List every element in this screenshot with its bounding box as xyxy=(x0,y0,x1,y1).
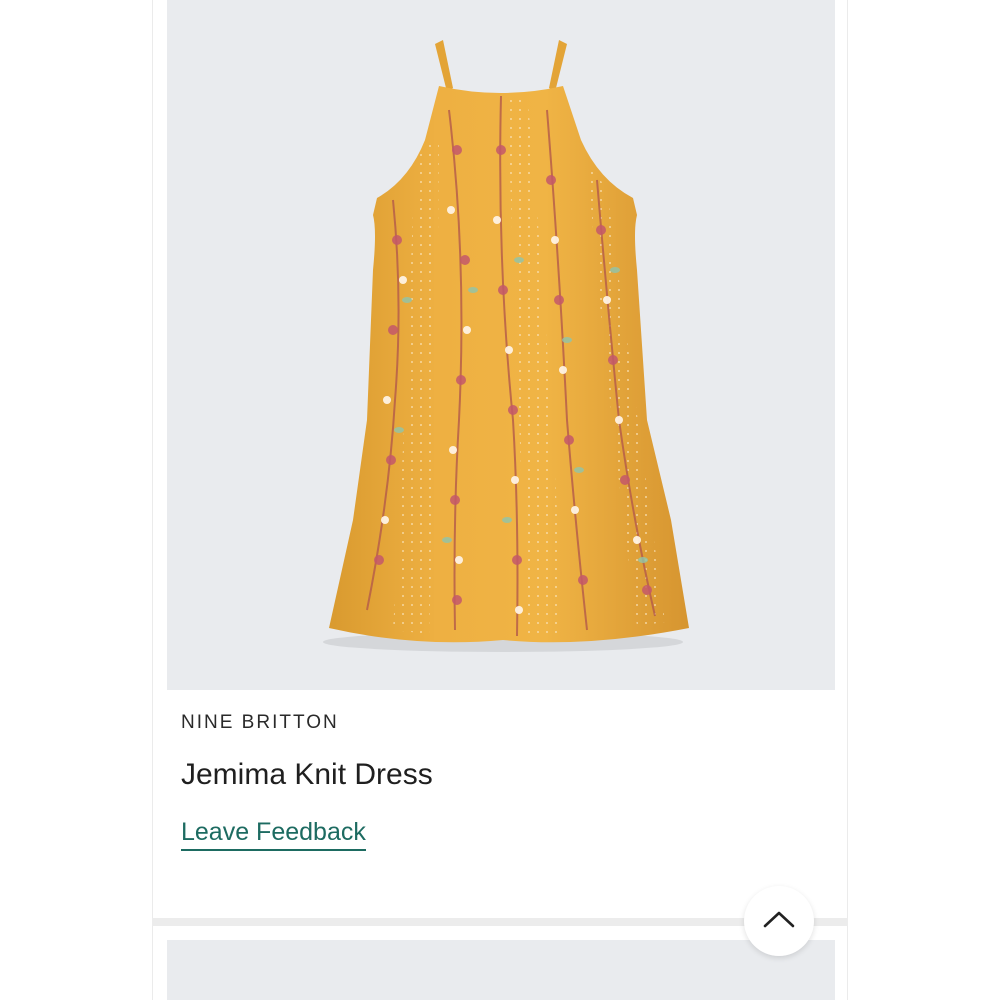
next-product-image[interactable] xyxy=(167,940,835,1000)
chevron-up-icon xyxy=(762,909,796,934)
product-feed: NINE BRITTON Jemima Knit Dress Leave Fee… xyxy=(0,0,1000,1000)
product-brand: NINE BRITTON xyxy=(181,712,339,733)
dress-illustration xyxy=(323,40,689,652)
leave-feedback-link[interactable]: Leave Feedback xyxy=(181,818,366,851)
product-image[interactable] xyxy=(167,0,835,690)
product-card: NINE BRITTON Jemima Knit Dress Leave Fee… xyxy=(152,0,848,920)
product-name: Jemima Knit Dress xyxy=(181,758,433,791)
next-product-card xyxy=(152,926,848,1000)
scroll-to-top-button[interactable] xyxy=(744,886,814,956)
